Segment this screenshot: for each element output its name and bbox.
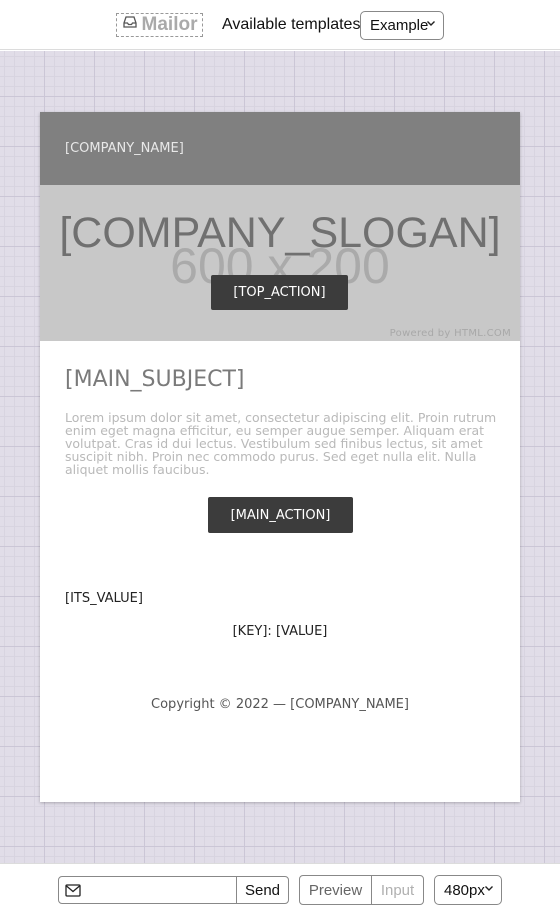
logo-text: Mailor [141, 14, 198, 35]
templates-label: Available templates: [222, 16, 365, 33]
preview-tab[interactable]: Preview [300, 876, 372, 904]
hero-slogan: [COMPANY_SLOGAN] [59, 209, 501, 257]
chevron-down-icon [426, 18, 436, 31]
hero-banner: 600 x 200 [COMPANY_SLOGAN] [TOP_ACTION] … [40, 185, 520, 341]
main-subject-heading: [MAIN_SUBJECT] [65, 367, 245, 392]
chevron-down-icon [484, 883, 494, 896]
inbox-icon [122, 14, 138, 36]
powered-by-text: Powered by HTML.COM [389, 328, 511, 339]
header-company-name: [COMPANY_NAME] [65, 141, 184, 156]
bottom-toolbar: Send Preview Input 480px [0, 863, 560, 914]
main-action-button[interactable]: [MAIN_ACTION] [208, 497, 353, 533]
copyright-text: Copyright © 2022 — [COMPANY_NAME] [151, 697, 409, 712]
email-preview: [COMPANY_NAME] 600 x 200 [COMPANY_SLOGAN… [40, 112, 520, 802]
input-tab[interactable]: Input [372, 876, 423, 904]
template-select-value: Example [370, 17, 429, 34]
email-header: [COMPANY_NAME] [40, 112, 520, 185]
body-paragraph: Lorem ipsum dolor sit amet, consectetur … [65, 410, 497, 477]
send-button[interactable]: Send [237, 877, 288, 903]
send-group: Send [58, 876, 289, 904]
width-select-value: 480px [444, 881, 485, 899]
top-toolbar: Mailor Available templates: Example [0, 0, 560, 50]
key-value-text: [KEY]: [VALUE] [232, 624, 328, 639]
width-select[interactable]: 480px [434, 875, 502, 905]
template-select[interactable]: Example [360, 11, 444, 40]
its-value-text: [ITS_VALUE] [65, 591, 143, 606]
view-mode-toggle: Preview Input [299, 875, 424, 905]
top-action-button[interactable]: [TOP_ACTION] [211, 275, 348, 310]
email-address-input[interactable] [59, 877, 237, 903]
app-logo: Mailor [116, 13, 203, 37]
